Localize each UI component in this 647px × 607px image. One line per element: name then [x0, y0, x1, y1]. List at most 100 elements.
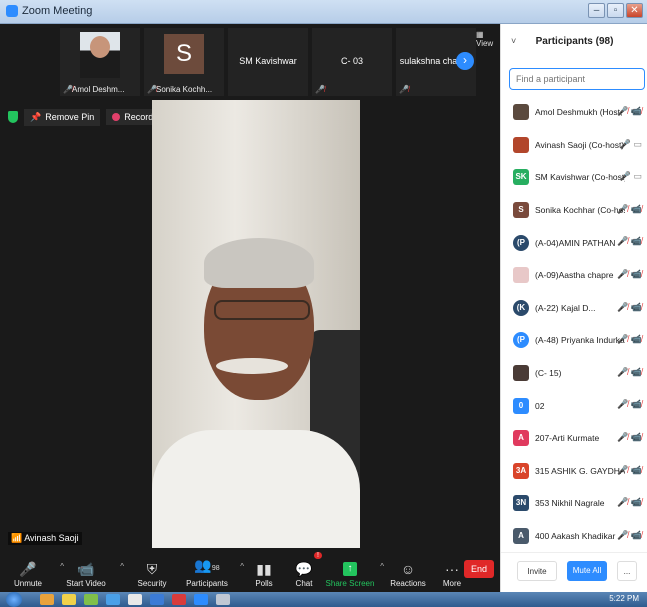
participant-row[interactable]: (C- 15) 🎤̸ 📹̸: [501, 357, 647, 390]
share-screen-button[interactable]: ↑ ^ Share Screen: [324, 550, 384, 592]
unmute-button[interactable]: 🎤 ^ Unmute: [0, 550, 64, 592]
participant-row[interactable]: A 207-Arti Kurmate 🎤̸ 📹̸: [501, 422, 647, 455]
mic-muted-icon: 🎤: [19, 561, 37, 577]
taskbar-app-icon[interactable]: [172, 594, 186, 605]
avatar: A: [513, 528, 529, 545]
participant-name: Avinash Saoji (Co-host): [535, 139, 625, 150]
shield-icon: ⛨: [146, 561, 158, 577]
polls-button[interactable]: ▮▮ Polls: [244, 550, 284, 592]
chevron-up-icon[interactable]: ^: [120, 562, 124, 571]
participant-row[interactable]: (A-09)Aastha chapre 🎤̸ 📹̸: [501, 259, 647, 292]
reactions-button[interactable]: ☺ Reactions: [384, 550, 432, 592]
participant-row[interactable]: SK SM Kavishwar (Co-host) 🎤 ▭: [501, 161, 647, 194]
reactions-label: Reactions: [390, 579, 426, 588]
security-button[interactable]: ⛨ Security: [126, 550, 178, 592]
gallery-tile[interactable]: S 🎤̸ Sonika Kochh...: [144, 28, 224, 96]
security-label: Security: [137, 579, 167, 588]
shirt-shape: [152, 430, 360, 548]
taskbar-app-icon[interactable]: [150, 594, 164, 605]
participant-row[interactable]: A 400 Aakash Khadikar 🎤̸ 📹̸: [501, 520, 647, 553]
participant-row[interactable]: (K (A-22) Kajal D... 🎤̸ 📹̸: [501, 292, 647, 325]
minimize-button[interactable]: –: [588, 3, 605, 18]
invite-button[interactable]: Invite: [517, 561, 557, 581]
mute-all-button[interactable]: Mute All: [567, 561, 607, 581]
participant-row[interactable]: (P (A-04)AMIN PATHAN 🎤̸ 📹̸: [501, 226, 647, 259]
start-video-label: Start Video: [66, 579, 106, 588]
mic-icon: 🎤 ▭: [619, 171, 642, 182]
participant-row[interactable]: 3N 353 Nikhil Nagrale 🎤̸ 📹̸: [501, 487, 647, 520]
avatar: SK: [513, 169, 529, 186]
mic-muted-icon: 🎤̸ 📹̸: [617, 106, 642, 116]
panel-header: ˅ Participants (98): [501, 24, 647, 60]
smiley-icon: ☺: [400, 561, 416, 577]
participants-button[interactable]: 👥98 ^ Participants: [178, 550, 244, 592]
start-button[interactable]: [6, 592, 22, 607]
avatar: S: [164, 34, 204, 74]
window-titlebar: Zoom Meeting – ▫ ✕: [0, 0, 647, 24]
participants-count: 98: [211, 565, 220, 572]
participant-name: (A-48) Priyanka Indurkar: [535, 335, 625, 346]
taskbar-app-icon[interactable]: [40, 594, 54, 605]
mic-muted-icon: 🎤̸ 📹̸: [617, 399, 642, 410]
taskbar-app-icon[interactable]: [84, 594, 98, 605]
shield-icon[interactable]: [8, 111, 18, 123]
share-screen-icon: ↑: [343, 562, 357, 576]
mic-muted-icon: 🎤̸ 📹̸: [617, 301, 642, 312]
participant-row[interactable]: Amol Deshmukh (Host, me)🎤̸ 📹̸: [501, 96, 647, 129]
taskbar-app-icon[interactable]: [106, 594, 120, 605]
close-button[interactable]: ✕: [626, 3, 643, 18]
chat-label: Chat: [295, 579, 313, 588]
meeting-toolbar: 🎤 ^ Unmute 📹 ^ Start Video ⛨ Security 👥9…: [0, 550, 500, 592]
avatar: (P: [513, 332, 529, 349]
mic-muted-icon: 🎤̸ 📹̸: [617, 236, 642, 247]
avatar: S: [513, 202, 529, 219]
view-button[interactable]: ▦ View: [476, 30, 500, 48]
participant-row[interactable]: 0 02 🎤̸ 📹̸: [501, 389, 647, 422]
meeting-stage: 🎤̸ Amol Deshm... S 🎤̸ Sonika Kochh... SM…: [0, 24, 500, 550]
participant-name: 353 Nikhil Nagrale: [535, 498, 605, 509]
search-input[interactable]: [509, 68, 645, 90]
participant-row[interactable]: 3A 315 ASHIK G. GAYDHANE🎤̸ 📹̸: [501, 455, 647, 488]
record-dot-icon: [112, 113, 121, 121]
remove-pin-button[interactable]: 📌 Remove Pin: [24, 108, 101, 126]
gallery-tile[interactable]: C- 03 🎤̸: [312, 28, 392, 96]
taskbar-app-icon[interactable]: [62, 594, 76, 605]
participant-row[interactable]: S Sonika Kochhar (Co-host) 🎤̸ 📹̸: [501, 194, 647, 227]
gallery-tile[interactable]: SM Kavishwar: [228, 28, 308, 96]
participant-row[interactable]: Avinash Saoji (Co-host) 🎤 ▭: [501, 129, 647, 162]
avatar: (P: [513, 234, 529, 251]
polls-label: Polls: [255, 579, 273, 588]
tile-name: Amol Deshm...: [72, 85, 125, 94]
taskbar-app-icon[interactable]: [128, 594, 142, 605]
taskbar-app-icon[interactable]: [216, 594, 230, 605]
avatar: [513, 104, 529, 121]
maximize-button[interactable]: ▫: [607, 3, 624, 18]
participant-name: (A-09)Aastha chapre: [535, 270, 614, 281]
participant-name: (C- 15): [535, 368, 562, 379]
panel-more-button[interactable]: ...: [617, 561, 637, 581]
active-speaker-video: [152, 100, 360, 548]
end-meeting-button[interactable]: End: [464, 560, 494, 578]
avatar: [513, 136, 529, 153]
participant-row[interactable]: (P (A-48) Priyanka Indurkar 🎤̸ 📹̸: [501, 324, 647, 357]
avatar: 3A: [513, 462, 529, 479]
panel-title: Participants (98): [535, 36, 614, 47]
more-dots-icon: ···: [445, 561, 459, 577]
window-title: Zoom Meeting: [22, 5, 93, 17]
next-page-icon[interactable]: ›: [456, 52, 474, 70]
taskbar-zoom-icon[interactable]: [194, 594, 208, 605]
more-label: More: [442, 579, 462, 588]
participants-icon: 👥98: [194, 557, 220, 573]
glasses-shape: [214, 300, 310, 320]
mic-muted-icon: 🎤̸ 📹̸: [617, 497, 642, 508]
start-video-button[interactable]: 📹 ^ Start Video: [56, 550, 124, 592]
gallery-tile[interactable]: 🎤̸ Amol Deshm...: [60, 28, 140, 96]
avatar: 3N: [513, 495, 529, 512]
view-label: View: [476, 39, 494, 48]
mic-icon: 🎤 ▭: [619, 138, 642, 149]
participant-photo: [80, 32, 120, 78]
chat-button[interactable]: 💬 ! Chat: [284, 550, 324, 592]
video-off-icon: 📹: [77, 561, 95, 577]
participant-name: SM Kavishwar (Co-host): [535, 172, 625, 183]
participant-name: 315 ASHIK G. GAYDHANE: [535, 465, 625, 476]
